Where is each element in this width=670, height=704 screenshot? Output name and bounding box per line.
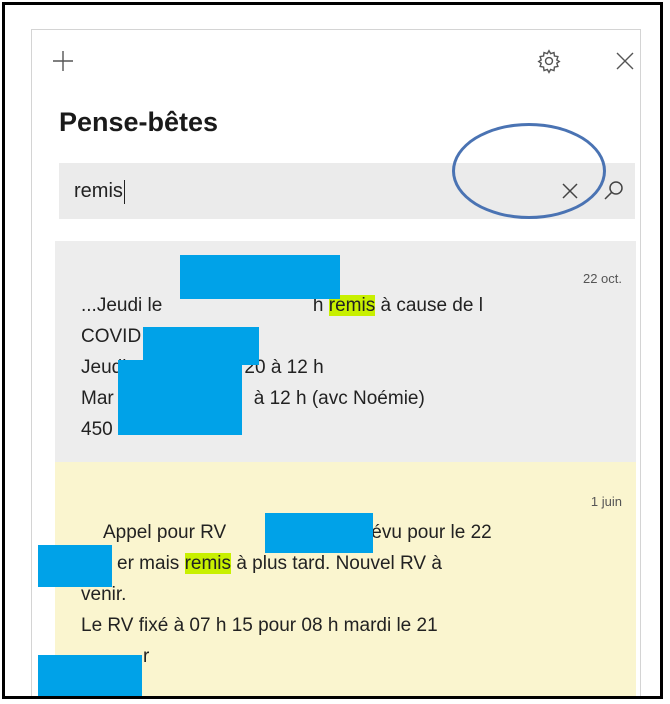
redaction-box <box>38 655 142 696</box>
note-text: à plus tard. Nouvel RV à <box>236 553 442 574</box>
note-text: à 12 h (avc Noémie) <box>253 388 425 409</box>
redaction-box <box>118 360 242 435</box>
note-line: ...Jeudi le h remis à cause de l <box>81 290 620 321</box>
screenshot-frame: Pense-bêtes remis 22 oct. ...Jeudi le h … <box>2 2 663 699</box>
page-title: Pense-bêtes <box>59 107 219 137</box>
note-text: à cause de l <box>380 295 483 316</box>
note-text: ...Jeudi le <box>81 295 163 316</box>
note-text: r <box>143 646 150 667</box>
annotation-circle <box>452 123 606 219</box>
note-line: Le RV fixé à 07 h 15 pour 08 h mardi le … <box>81 615 438 636</box>
search-input[interactable]: remis <box>74 163 126 219</box>
close-icon[interactable] <box>608 44 640 78</box>
search-value: remis <box>74 180 123 202</box>
note-text: Appel pour RV <box>103 522 227 543</box>
title-bar <box>32 30 640 92</box>
note-text: er mais <box>117 553 180 574</box>
plus-icon[interactable] <box>46 44 80 78</box>
note-card[interactable]: 1 juin Appel pour RV r prévu pour le 22 … <box>55 462 636 696</box>
redaction-box <box>265 513 373 553</box>
text-caret <box>123 179 126 204</box>
redaction-box <box>38 545 112 587</box>
note-line: r <box>81 641 620 672</box>
note-date: 1 juin <box>590 494 622 509</box>
search-match-highlight: remis <box>184 553 232 574</box>
gear-icon[interactable] <box>532 44 566 78</box>
redaction-box <box>180 255 340 299</box>
note-text: Mar <box>81 388 114 409</box>
note-line: venir. <box>81 584 127 605</box>
